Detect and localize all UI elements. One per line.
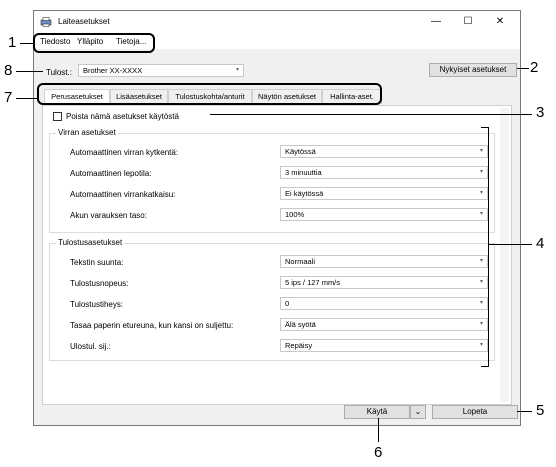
callout-4-bracket-bottom xyxy=(481,366,489,367)
settings-window: Laiteasetukset — ☐ ✕ Tiedosto Ylläpito T… xyxy=(33,10,521,426)
auto-power-on-select[interactable]: Käytössä ▾ xyxy=(280,145,488,158)
close-button[interactable]: ✕ xyxy=(486,14,514,30)
printer-app-icon xyxy=(40,17,52,27)
window-title: Laiteasetukset xyxy=(58,17,110,26)
output-position-label: Ulostul. sij.: xyxy=(70,342,111,351)
chevron-down-icon: ▾ xyxy=(479,342,483,348)
feed-on-cover-close-select[interactable]: Älä syötä ▾ xyxy=(280,318,488,331)
chevron-down-icon: ▾ xyxy=(479,279,483,285)
text-direction-select[interactable]: Normaali ▾ xyxy=(280,255,488,268)
output-position-value: Repäisy xyxy=(285,341,313,350)
print-density-select[interactable]: 0 ▾ xyxy=(280,297,488,310)
chevron-down-icon: ▾ xyxy=(479,321,483,327)
text-direction-value: Normaali xyxy=(285,257,316,266)
callout-8: 8 xyxy=(4,62,13,79)
print-settings-group: Tulostusasetukset Tekstin suunta: Normaa… xyxy=(49,238,495,361)
power-settings-group: Virran asetukset Automaattinen virran ky… xyxy=(49,128,495,233)
basic-settings-panel: Poista nämä asetukset käytöstä Virran as… xyxy=(42,105,512,405)
callout-4: 4 xyxy=(536,235,545,252)
chevron-down-icon: ▾ xyxy=(235,67,239,73)
title-bar: Laiteasetukset — ☐ ✕ xyxy=(34,11,520,33)
printer-label: Tulost.: xyxy=(46,68,72,77)
battery-level-select[interactable]: 100% ▾ xyxy=(280,208,488,221)
callout-1-line xyxy=(20,43,33,44)
print-speed-select[interactable]: 5 ips / 127 mm/s ▾ xyxy=(280,276,488,289)
callout-6: 6 xyxy=(374,444,383,461)
feed-on-cover-close-value: Älä syötä xyxy=(285,320,316,329)
auto-power-off-label: Automaattinen virrankatkaisu: xyxy=(70,190,176,199)
chevron-down-icon: ▾ xyxy=(479,300,483,306)
vertical-scrollbar[interactable] xyxy=(500,108,509,402)
callout-5-line xyxy=(517,411,532,412)
printer-select[interactable]: Brother XX-XXXX ▾ xyxy=(78,64,244,77)
text-direction-label: Tekstin suunta: xyxy=(70,258,124,267)
auto-sleep-label: Automaattinen lepotila: xyxy=(70,169,152,178)
print-speed-value: 5 ips / 127 mm/s xyxy=(285,278,341,287)
printer-select-value: Brother XX-XXXX xyxy=(83,66,143,75)
maximize-button[interactable]: ☐ xyxy=(454,14,482,30)
power-settings-title: Virran asetukset xyxy=(56,128,118,137)
exit-button[interactable]: Lopeta xyxy=(432,405,518,419)
callout-4-line xyxy=(488,244,532,245)
apply-dropdown-button[interactable]: ⌄ xyxy=(410,405,426,419)
apply-button[interactable]: Käytä xyxy=(344,405,410,419)
chevron-down-icon: ▾ xyxy=(479,190,483,196)
print-speed-label: Tulostusnopeus: xyxy=(70,279,129,288)
callout-2: 2 xyxy=(530,59,539,76)
chevron-down-icon: ▾ xyxy=(479,148,483,154)
print-density-label: Tulostustiheys: xyxy=(70,300,124,309)
chevron-down-icon: ▾ xyxy=(479,169,483,175)
callout-4-bracket-top xyxy=(481,127,489,128)
auto-power-off-value: Ei käytössä xyxy=(285,189,324,198)
auto-sleep-select[interactable]: 3 minuuttia ▾ xyxy=(280,166,488,179)
current-settings-button[interactable]: Nykyiset asetukset xyxy=(429,63,517,77)
battery-level-value: 100% xyxy=(285,210,305,219)
chevron-down-icon: ▾ xyxy=(479,211,483,217)
callout-3: 3 xyxy=(536,104,545,121)
chevron-down-icon: ▾ xyxy=(479,258,483,264)
battery-level-label: Akun varauksen taso: xyxy=(70,211,147,220)
callout-2-line xyxy=(517,68,529,69)
menu-callout-box xyxy=(33,33,155,53)
disable-settings-checkbox[interactable] xyxy=(53,112,62,121)
disable-settings-label: Poista nämä asetukset käytöstä xyxy=(66,112,179,121)
callout-8-line xyxy=(16,71,43,72)
minimize-button[interactable]: — xyxy=(422,14,450,30)
print-settings-title: Tulostusasetukset xyxy=(56,238,125,247)
callout-6-line xyxy=(378,418,379,442)
print-density-value: 0 xyxy=(285,299,290,308)
output-position-select[interactable]: Repäisy ▾ xyxy=(280,339,488,352)
auto-power-on-value: Käytössä xyxy=(285,147,316,156)
auto-sleep-value: 3 minuuttia xyxy=(285,168,322,177)
callout-5: 5 xyxy=(536,402,545,419)
auto-power-off-select[interactable]: Ei käytössä ▾ xyxy=(280,187,488,200)
feed-on-cover-close-label: Tasaa paperin etureuna, kun kansi on sul… xyxy=(70,321,234,330)
auto-power-on-label: Automaattinen virran kytkentä: xyxy=(70,148,179,157)
callout-4-bracket xyxy=(488,127,489,367)
callout-7-line xyxy=(16,98,37,99)
tabs-callout-box xyxy=(37,83,382,105)
callout-3-line xyxy=(210,114,532,115)
callout-7: 7 xyxy=(4,89,13,106)
callout-1: 1 xyxy=(8,34,17,51)
